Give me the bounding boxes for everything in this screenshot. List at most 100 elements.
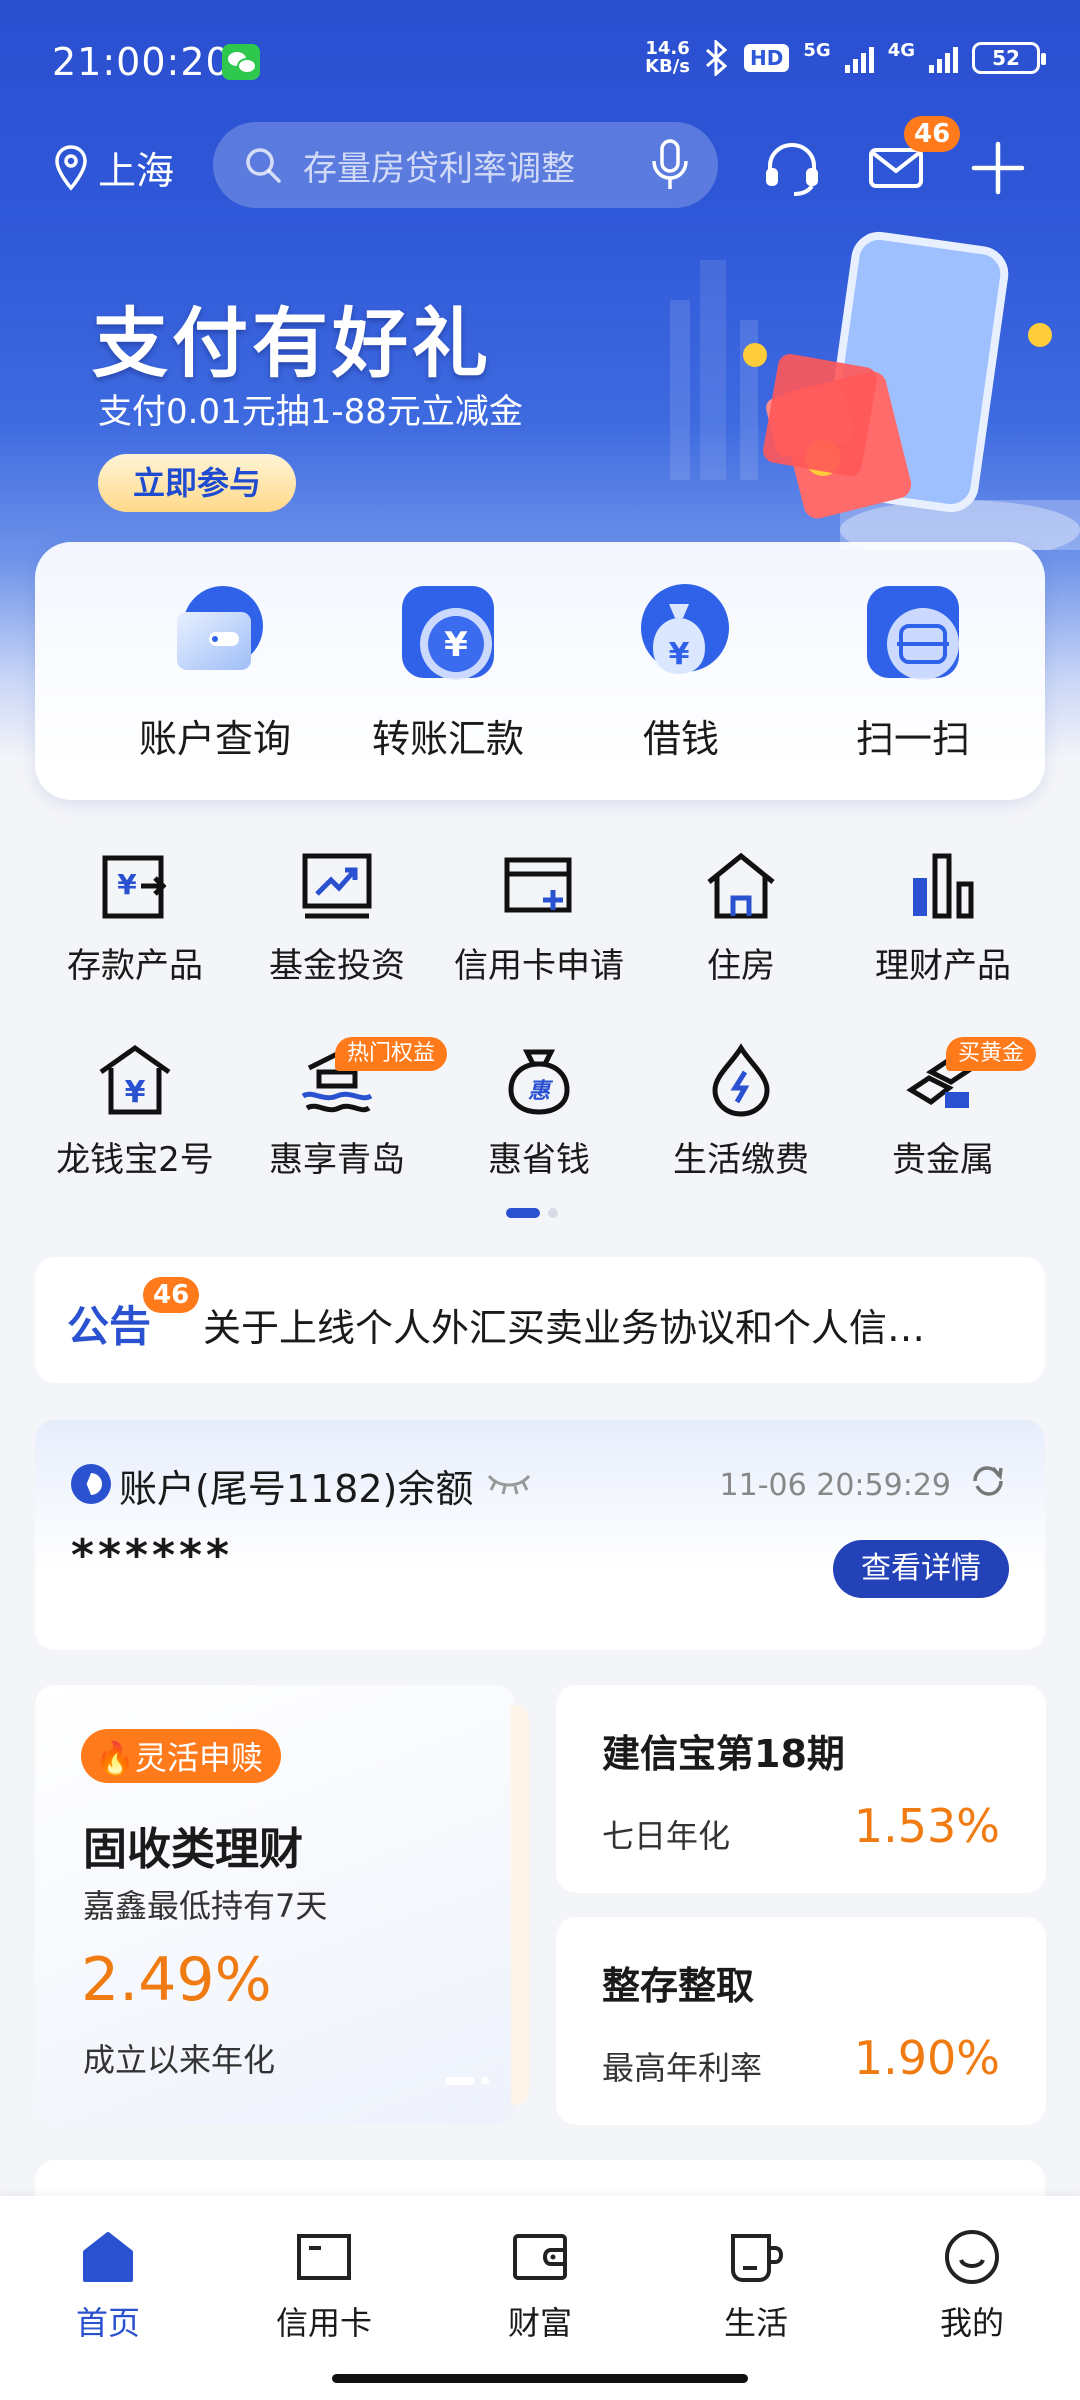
account-balance-card: 账户(尾号1182)余额 11-06 20:59:29 ****** 查看详情: [35, 1420, 1045, 1650]
grid-longqianbao[interactable]: ¥ 龙钱宝2号: [35, 1042, 235, 1181]
grid-credit-card-apply[interactable]: 信用卡申请: [439, 848, 639, 987]
customer-service-headset-icon[interactable]: [762, 138, 822, 198]
yuan-house-icon: ¥: [97, 1042, 173, 1118]
svg-text:惠: 惠: [528, 1079, 554, 1104]
hide-balance-eye-icon[interactable]: [485, 1468, 533, 1496]
account-label: 账户(尾号1182)余额: [119, 1467, 474, 1511]
phone-red-envelope-illustration: [670, 231, 1080, 550]
battery-icon: 52: [972, 42, 1046, 74]
grid-huishengqian-label: 惠省钱: [488, 1140, 590, 1180]
quick-scan[interactable]: 扫一扫: [803, 582, 1023, 763]
featured-product-card[interactable]: 🔥灵活申赎 固收类理财 嘉鑫最低持有7天 2.49% 成立以来年化: [35, 1685, 529, 2125]
svg-text:¥: ¥: [669, 637, 690, 672]
tab-profile-label: 我的: [939, 2304, 1004, 2342]
product-card-jianxinbao[interactable]: 建信宝第18期 七日年化 1.53%: [556, 1685, 1046, 1893]
product-rate-label: 最高年利率: [602, 2049, 763, 2087]
product-title: 整存整取: [602, 1964, 755, 2008]
sim1-signal-icon: [844, 43, 874, 73]
refresh-icon[interactable]: [971, 1464, 1005, 1498]
featured-product-title: 固收类理财: [83, 1824, 303, 1875]
sim2-signal-icon: [929, 43, 958, 73]
tab-wealth[interactable]: 财富: [460, 2228, 620, 2344]
house-icon: [703, 848, 779, 924]
svg-text:¥: ¥: [125, 1075, 146, 1110]
grid-utility-label: 生活缴费: [673, 1140, 809, 1180]
gesture-home-bar[interactable]: [332, 2374, 748, 2383]
search-placeholder: 存量房贷利率调整: [303, 148, 575, 189]
tab-home[interactable]: 首页: [28, 2228, 188, 2344]
grid-utility-payment[interactable]: 生活缴费: [641, 1042, 841, 1181]
product-card-fixed-deposit[interactable]: 整存整取 最高年利率 1.90%: [556, 1917, 1046, 2125]
join-now-button[interactable]: 立即参与: [98, 454, 296, 512]
quick-transfer-label: 转账汇款: [371, 717, 524, 761]
grid-precious-metals-label: 贵金属: [892, 1140, 994, 1180]
tab-life-label: 生活: [723, 2304, 788, 2342]
featured-product-subtitle: 嘉鑫最低持有7天: [83, 1887, 328, 1925]
grid-fund-investment[interactable]: 基金投资: [237, 848, 437, 987]
battery-level: 52: [992, 46, 1020, 70]
money-bag-icon: ¥: [629, 582, 733, 686]
quick-borrow-label: 借钱: [642, 717, 719, 761]
card-icon: [295, 2228, 353, 2286]
grid-huishengqian[interactable]: 惠 惠省钱: [439, 1042, 639, 1181]
banner-subtitle: 支付0.01元抽1-88元立减金: [98, 392, 523, 432]
quick-borrow[interactable]: ¥ 借钱: [571, 582, 791, 763]
view-details-button[interactable]: 查看详情: [833, 1540, 1009, 1598]
location-selector[interactable]: 上海: [54, 140, 174, 195]
yuan-transfer-icon: ¥: [396, 582, 500, 686]
add-plus-icon[interactable]: [968, 138, 1028, 198]
buy-gold-tag: 买黄金: [946, 1037, 1037, 1071]
wallet-icon: [163, 582, 267, 686]
product-rate-label: 七日年化: [602, 1817, 731, 1855]
wechat-notification-icon: [222, 44, 260, 80]
hui-money-bag-icon: 惠: [501, 1042, 577, 1118]
flexible-redemption-label: 灵活申赎: [134, 1739, 263, 1777]
fund-chart-icon: [299, 848, 375, 924]
home-icon: [79, 2228, 137, 2286]
grid-longqianbao-label: 龙钱宝2号: [56, 1140, 214, 1180]
announcement-badge: 46: [143, 1277, 200, 1313]
quick-account-query[interactable]: 账户查询: [105, 582, 325, 763]
quick-account-query-label: 账户查询: [138, 717, 291, 761]
location-label: 上海: [98, 149, 175, 193]
grid-huixiang-label: 惠享青岛: [269, 1140, 405, 1180]
quick-actions-card: 账户查询 ¥ 转账汇款 ¥ 借钱 扫一扫: [35, 542, 1045, 800]
grid-wealth-label: 理财产品: [875, 946, 1011, 986]
grid-page-indicator: [506, 1208, 558, 1218]
bluetooth-icon: [706, 40, 728, 76]
flexible-redemption-tag: 🔥灵活申赎: [81, 1729, 281, 1783]
featured-product-rate: 2.49%: [81, 1945, 272, 2015]
balance-timestamp: 11-06 20:59:29: [719, 1468, 951, 1503]
grid-wealth-products[interactable]: 理财产品: [843, 848, 1043, 987]
grid-deposit-label: 存款产品: [67, 946, 203, 986]
hot-rights-tag: 热门权益: [335, 1037, 448, 1071]
top-header: 上海 存量房贷利率调整 46: [0, 116, 1080, 220]
announcement-bar[interactable]: 公告 46 关于上线个人外汇买卖业务协议和个人信…: [35, 1257, 1045, 1383]
grid-credit-card-label: 信用卡申请: [454, 946, 624, 986]
bottom-tab-bar: 首页 信用卡 财富 生活 我的: [0, 2196, 1080, 2400]
microphone-icon[interactable]: [648, 137, 692, 193]
sim2-network-type: 4G: [887, 40, 915, 61]
svg-text:¥: ¥: [444, 625, 468, 665]
tab-profile[interactable]: 我的: [892, 2228, 1052, 2344]
product-rate-value: 1.53%: [853, 1799, 1000, 1853]
network-speed-unit: KB/s: [645, 56, 691, 77]
announcement-text: 关于上线个人外汇买卖业务协议和个人信…: [203, 1306, 926, 1350]
tab-credit-card[interactable]: 信用卡: [244, 2228, 404, 2344]
search-input[interactable]: 存量房贷利率调整: [213, 122, 718, 208]
hd-voice-badge: HD: [744, 44, 790, 72]
search-icon: [246, 148, 281, 183]
network-speed: 14.6 KB/s: [645, 40, 690, 76]
svg-text:¥: ¥: [117, 868, 137, 901]
grid-housing[interactable]: 住房: [641, 848, 841, 987]
featured-product-rate-label: 成立以来年化: [83, 2041, 276, 2079]
deposit-icon: ¥: [97, 848, 173, 924]
smile-icon: [943, 2228, 1001, 2286]
bar-chart-icon: [905, 848, 981, 924]
tab-wealth-label: 财富: [507, 2304, 572, 2342]
quick-transfer[interactable]: ¥ 转账汇款: [338, 582, 558, 763]
grid-housing-label: 住房: [707, 946, 775, 986]
grid-deposit-products[interactable]: ¥ 存款产品: [35, 848, 235, 987]
mail-badge: 46: [904, 116, 961, 152]
tab-life[interactable]: 生活: [676, 2228, 836, 2344]
